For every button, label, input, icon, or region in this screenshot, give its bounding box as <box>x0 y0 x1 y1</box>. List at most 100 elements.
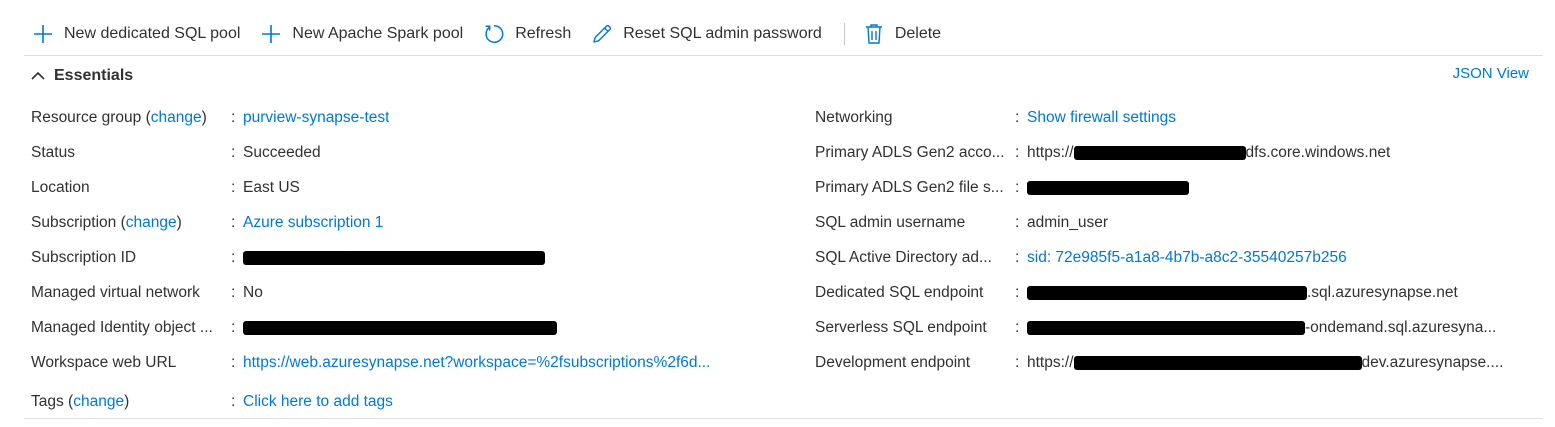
property-label: Status <box>31 143 75 161</box>
status-value: Succeeded <box>243 143 321 161</box>
json-view-link[interactable]: JSON View <box>1453 65 1529 82</box>
refresh-label: Refresh <box>515 25 572 42</box>
colon: : <box>1015 353 1020 371</box>
redaction-bar <box>243 250 545 265</box>
essentials-right-column: Networking : Show firewall settings Prim… <box>815 100 1515 380</box>
colon: : <box>1015 178 1020 196</box>
new-apache-spark-pool-button[interactable]: New Apache Spark pool <box>260 14 463 54</box>
resource-group-link[interactable]: purview-synapse-test <box>243 109 389 127</box>
property-label: Location <box>31 178 90 196</box>
property-label: Networking <box>815 108 893 126</box>
property-label: Serverless SQL endpoint <box>815 318 987 336</box>
plus-icon <box>32 23 54 45</box>
colon: : <box>231 353 236 371</box>
property-label: Dedicated SQL endpoint <box>815 283 984 301</box>
subscription-link[interactable]: Azure subscription 1 <box>243 214 383 232</box>
colon: : <box>1015 143 1020 161</box>
reset-sql-admin-password-label: Reset SQL admin password <box>623 25 822 42</box>
redaction-bar <box>1027 320 1305 335</box>
essentials-left-column: Resource group (change) : purview-synaps… <box>31 100 791 380</box>
managed-vnet-value: No <box>243 283 263 301</box>
colon: : <box>1015 283 1020 301</box>
property-label: Resource group (change) <box>31 108 207 126</box>
property-row-dedicated-endpoint: Dedicated SQL endpoint : .sql.azuresynap… <box>815 275 1515 310</box>
serverless-endpoint-value: -ondemand.sql.azuresyna... <box>1027 319 1496 337</box>
colon: : <box>231 178 236 196</box>
sql-admin-value: admin_user <box>1027 213 1108 231</box>
property-row-networking: Networking : Show firewall settings <box>815 100 1515 135</box>
adls-account-value: https://dfs.core.windows.net <box>1027 143 1391 161</box>
colon: : <box>231 283 236 301</box>
chevron-up-icon <box>30 68 46 84</box>
new-apache-spark-pool-label: New Apache Spark pool <box>292 25 464 42</box>
trash-icon <box>863 23 885 45</box>
property-label: Development endpoint <box>815 353 971 371</box>
redaction-bar <box>1073 355 1362 370</box>
refresh-button[interactable]: Refresh <box>483 14 571 54</box>
property-label: Subscription (change) <box>31 213 182 231</box>
property-row-resource-group: Resource group (change) : purview-synaps… <box>31 100 791 135</box>
property-label: SQL admin username <box>815 213 966 231</box>
colon: : <box>231 248 236 266</box>
colon: : <box>231 392 236 410</box>
colon: : <box>231 108 236 126</box>
toolbar-divider <box>843 23 845 45</box>
colon: : <box>1015 318 1020 336</box>
property-row-aad-admin: SQL Active Directory ad... : sid: 72e985… <box>815 240 1515 275</box>
new-dedicated-sql-pool-label: New dedicated SQL pool <box>64 25 241 42</box>
property-row-sql-admin: SQL admin username : admin_user <box>815 205 1515 240</box>
colon: : <box>1015 213 1020 231</box>
redaction-bar <box>1073 145 1246 160</box>
redaction-bar <box>1027 285 1307 300</box>
property-row-location: Location : East US <box>31 170 791 205</box>
essentials-title: Essentials <box>54 67 134 84</box>
colon: : <box>231 213 236 231</box>
property-row-subscription-id: Subscription ID : <box>31 240 791 275</box>
refresh-icon <box>483 23 505 45</box>
new-dedicated-sql-pool-button[interactable]: New dedicated SQL pool <box>32 14 240 54</box>
toolbar-divider-line <box>24 55 1543 56</box>
change-tags-link[interactable]: change <box>73 393 124 410</box>
dev-endpoint-value: https://dev.azuresynapse.... <box>1027 353 1504 371</box>
property-label: Tags (change) <box>31 392 130 410</box>
delete-label: Delete <box>894 25 942 42</box>
change-subscription-link[interactable]: change <box>126 214 177 231</box>
property-row-dev-endpoint: Development endpoint : https://dev.azure… <box>815 345 1515 380</box>
reset-sql-admin-password-button[interactable]: Reset SQL admin password <box>591 14 822 54</box>
plus-icon <box>260 23 282 45</box>
add-tags-link[interactable]: Click here to add tags <box>243 393 393 411</box>
property-label: Primary ADLS Gen2 file s... <box>815 178 1004 196</box>
property-row-status: Status : Succeeded <box>31 135 791 170</box>
pencil-icon <box>591 23 613 45</box>
colon: : <box>1015 248 1020 266</box>
aad-admin-link[interactable]: sid: 72e985f5-a1a8-4b7b-a8c2-35540257b25… <box>1027 249 1347 267</box>
colon: : <box>231 143 236 161</box>
property-label: Managed Identity object ... <box>31 318 213 336</box>
property-row-workspace-url: Workspace web URL : https://web.azuresyn… <box>31 345 791 380</box>
property-row-managed-vnet: Managed virtual network : No <box>31 275 791 310</box>
workspace-url-link[interactable]: https://web.azuresynapse.net?workspace=%… <box>243 354 710 372</box>
essentials-toggle[interactable]: Essentials <box>30 64 133 88</box>
change-resource-group-link[interactable]: change <box>151 109 202 126</box>
colon: : <box>231 318 236 336</box>
property-row-adls-file-system: Primary ADLS Gen2 file s... : <box>815 170 1515 205</box>
adls-file-system-value <box>1027 180 1189 195</box>
property-row-serverless-endpoint: Serverless SQL endpoint : -ondemand.sql.… <box>815 310 1515 345</box>
command-bar: New dedicated SQL pool New Apache Spark … <box>0 14 1555 54</box>
subscription-id-value <box>243 250 545 265</box>
delete-button[interactable]: Delete <box>863 14 941 54</box>
property-row-adls-account: Primary ADLS Gen2 acco... : https://dfs.… <box>815 135 1515 170</box>
property-row-tags: Tags (change) : Click here to add tags <box>31 384 393 419</box>
property-row-subscription: Subscription (change) : Azure subscripti… <box>31 205 791 240</box>
dedicated-endpoint-value: .sql.azuresynapse.net <box>1027 284 1458 302</box>
property-label: Primary ADLS Gen2 acco... <box>815 143 1005 161</box>
location-value: East US <box>243 178 300 196</box>
colon: : <box>1015 108 1020 126</box>
property-label: Subscription ID <box>31 248 137 266</box>
managed-identity-value <box>243 320 557 335</box>
redaction-bar <box>243 320 557 335</box>
property-row-managed-identity: Managed Identity object ... : <box>31 310 791 345</box>
essentials-bottom-line <box>24 418 1543 419</box>
show-firewall-settings-link[interactable]: Show firewall settings <box>1027 109 1176 127</box>
property-label: Workspace web URL <box>31 353 177 371</box>
